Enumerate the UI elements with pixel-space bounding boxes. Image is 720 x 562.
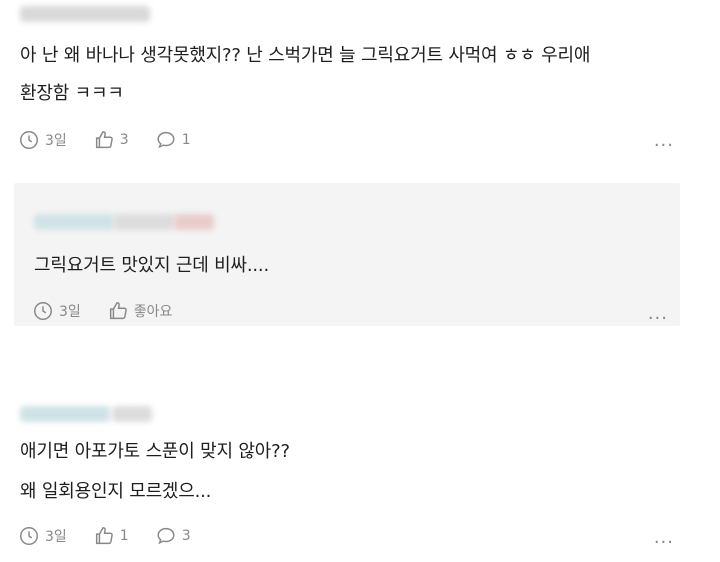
reply-text: 그릭요거트 맛있지 근데 비싸....	[34, 255, 269, 276]
clock-icon	[34, 302, 52, 320]
like-button[interactable]: 좋아요	[107, 300, 173, 322]
author-name-blurred[interactable]	[174, 214, 214, 230]
reply-count: 1	[181, 132, 191, 148]
reply-button[interactable]: 3	[155, 525, 191, 547]
speech-bubble-icon	[157, 527, 175, 545]
like-count: 3	[119, 132, 129, 148]
like-count: 1	[119, 528, 129, 544]
more-options-icon[interactable]: ...	[654, 527, 674, 548]
comment-item: 애기면 아포가토 스푼이 맞지 않아?? 왜 일회용인지 모르겠으... 3일 …	[0, 392, 720, 562]
timestamp: 3일	[18, 129, 67, 151]
clock-icon	[20, 131, 38, 149]
author-name-blurred[interactable]	[114, 214, 174, 230]
timestamp: 3일	[32, 300, 81, 322]
author-name-blurred[interactable]	[20, 6, 150, 22]
comment-text-line: 애기면 아포가토 스푼이 맞지 않아??	[20, 441, 290, 462]
comment-item: 아 난 왜 바나나 생각못했지?? 난 스벅가면 늘 그릭요거트 사먹여 ㅎㅎ …	[0, 0, 720, 176]
timestamp-label: 3일	[45, 133, 67, 149]
thumbs-up-icon	[95, 131, 113, 149]
comment-text-line: 아 난 왜 바나나 생각못했지?? 난 스벅가면 늘 그릭요거트 사먹여 ㅎㅎ …	[20, 45, 591, 66]
timestamp-label: 3일	[45, 529, 67, 545]
timestamp: 3일	[18, 525, 67, 547]
like-button[interactable]: 3	[93, 129, 129, 151]
clock-icon	[20, 527, 38, 545]
thumbs-up-icon	[109, 302, 127, 320]
timestamp-label: 3일	[59, 304, 81, 320]
comment-text-line: 왜 일회용인지 모르겠으...	[20, 481, 212, 502]
thumbs-up-icon	[95, 527, 113, 545]
reply-button[interactable]: 1	[155, 129, 191, 151]
speech-bubble-icon	[157, 131, 175, 149]
like-label: 좋아요	[133, 304, 173, 320]
author-name-blurred[interactable]	[112, 406, 152, 422]
author-name-blurred[interactable]	[20, 406, 110, 422]
more-options-icon[interactable]: ...	[648, 303, 668, 324]
more-options-icon[interactable]: ...	[654, 130, 674, 151]
comment-text-line: 환장함 ㅋㅋㅋ	[20, 83, 124, 104]
reply-count: 3	[181, 528, 191, 544]
author-name-blurred[interactable]	[34, 214, 114, 230]
like-button[interactable]: 1	[93, 525, 129, 547]
reply-item: 그릭요거트 맛있지 근데 비싸.... 3일 좋아요 ...	[14, 183, 680, 326]
